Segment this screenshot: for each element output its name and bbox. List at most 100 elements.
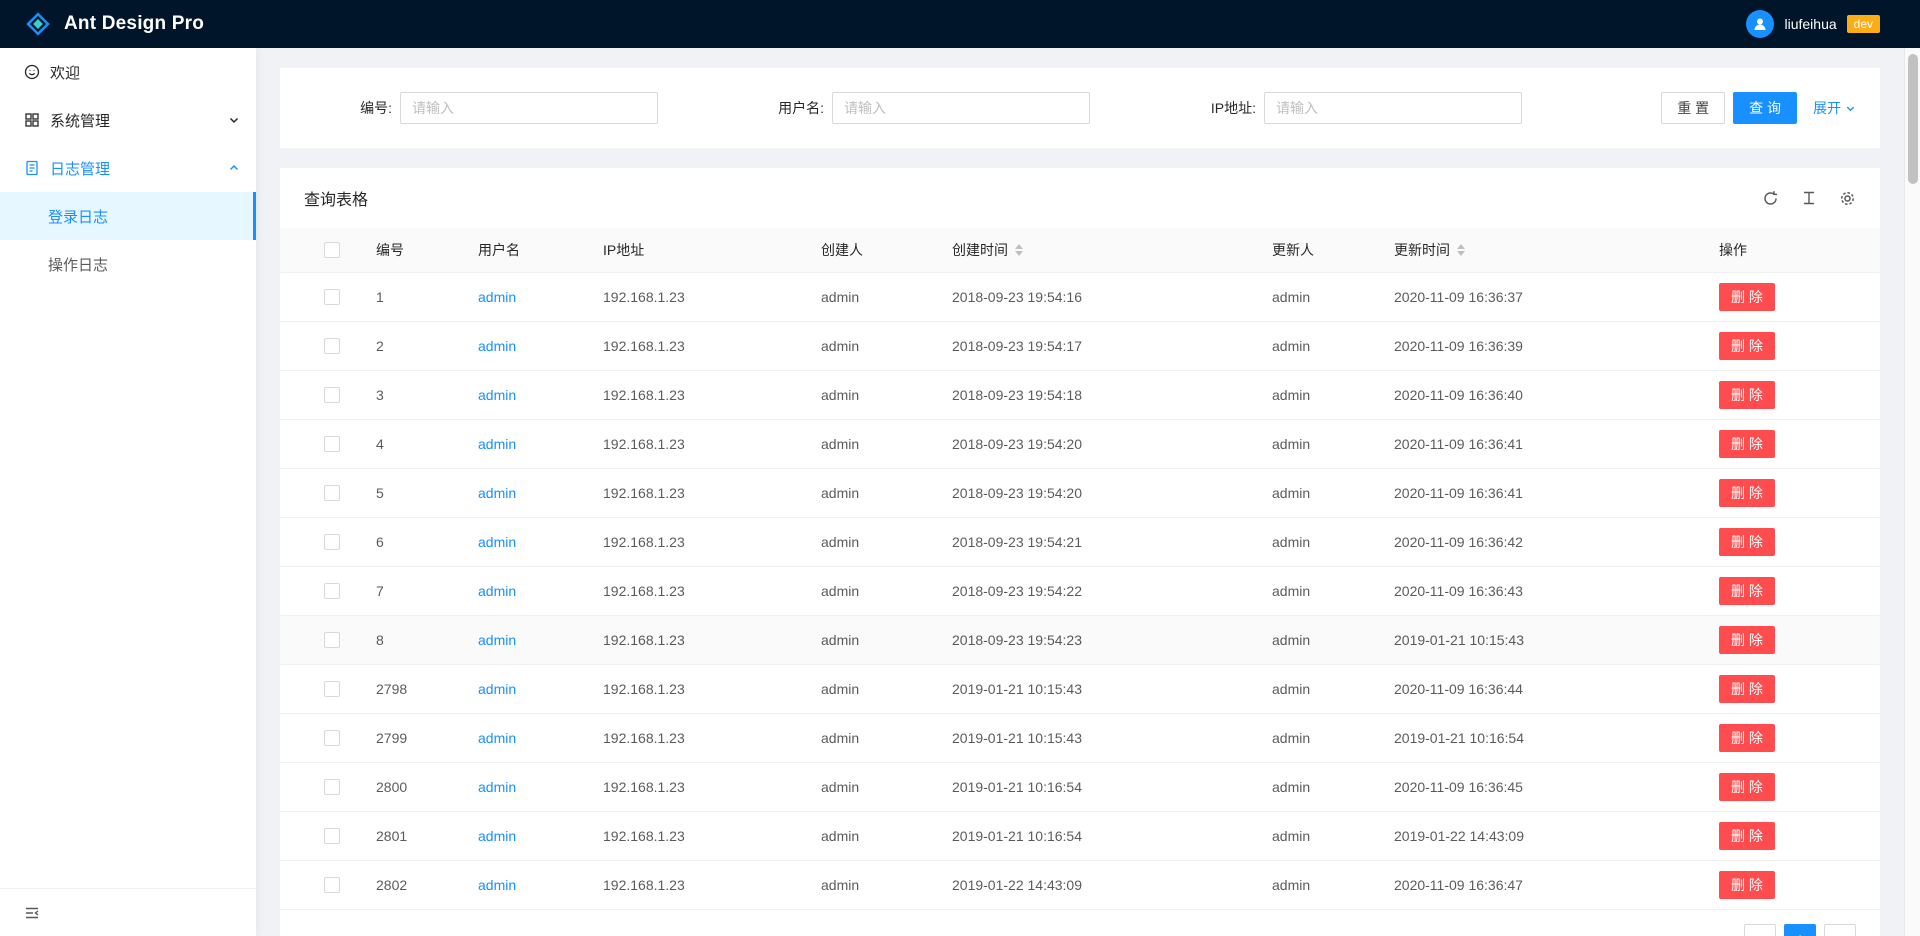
delete-button[interactable]: 删 除 [1719,528,1775,556]
cell-username: admin [462,860,587,909]
delete-button[interactable]: 删 除 [1719,822,1775,850]
username-link[interactable]: admin [478,436,516,452]
row-checkbox[interactable] [324,338,340,354]
column-settings-icon[interactable] [1839,190,1856,207]
sort-icon[interactable] [1015,244,1023,256]
username-link[interactable]: admin [478,583,516,599]
cell-ip: 192.168.1.23 [587,370,805,419]
row-checkbox[interactable] [324,730,340,746]
cell-created-time: 2018-09-23 19:54:20 [936,468,1256,517]
cell-updated-time: 2020-11-09 16:36:43 [1378,566,1703,615]
username-link[interactable]: admin [478,681,516,697]
pagination-prev-button[interactable]: ‹ [1744,924,1776,936]
delete-button[interactable]: 删 除 [1719,479,1775,507]
cell-creator: admin [805,860,936,909]
username-link[interactable]: admin [478,877,516,893]
row-checkbox[interactable] [324,681,340,697]
row-checkbox[interactable] [324,485,340,501]
delete-button[interactable]: 删 除 [1719,675,1775,703]
cell-created-time: 2018-09-23 19:54:21 [936,517,1256,566]
row-checkbox[interactable] [324,779,340,795]
query-button[interactable]: 查 询 [1733,92,1797,124]
login-log-table: 编号 用户名 IP地址 创建人 创建时间 更新人 [280,228,1880,910]
logo-area[interactable]: Ant Design Pro [24,10,204,38]
appstore-icon [24,112,40,128]
delete-button[interactable]: 删 除 [1719,577,1775,605]
username-link[interactable]: admin [478,387,516,403]
delete-button[interactable]: 删 除 [1719,871,1775,899]
sidebar-item-log-management[interactable]: 日志管理 [0,144,256,192]
username-link[interactable]: admin [478,534,516,550]
cell-username: admin [462,713,587,762]
column-header-updater: 更新人 [1256,228,1378,272]
sidebar-item-welcome[interactable]: 欢迎 [0,48,256,96]
user-avatar[interactable] [1746,10,1774,38]
sidebar-subitem-login-log[interactable]: 登录日志 [0,192,256,240]
select-all-checkbox[interactable] [324,242,340,258]
pagination-page-active[interactable]: 1 [1784,924,1816,936]
cell-updater: admin [1256,321,1378,370]
field-username: 用户名: [736,92,1090,124]
column-header-created-time[interactable]: 创建时间 [936,228,1256,272]
field-id: 编号: [304,92,658,124]
field-username-label: 用户名: [736,98,824,118]
cell-updated-time: 2020-11-09 16:36:37 [1378,272,1703,321]
ip-input[interactable] [1264,92,1522,124]
sidebar-subitem-operation-log[interactable]: 操作日志 [0,240,256,288]
header-user-area[interactable]: liufeihua dev [1746,10,1880,38]
cell-username: admin [462,321,587,370]
row-checkbox[interactable] [324,387,340,403]
sort-icon[interactable] [1457,244,1465,256]
window-scrollbar[interactable] [1904,48,1920,936]
username-link[interactable]: admin [478,632,516,648]
cell-id: 2799 [360,713,462,762]
cell-updater: admin [1256,517,1378,566]
delete-button[interactable]: 删 除 [1719,283,1775,311]
app-logo-icon [24,10,52,38]
row-checkbox[interactable] [324,877,340,893]
pagination-next-button[interactable]: › [1824,924,1856,936]
row-checkbox[interactable] [324,583,340,599]
scrollbar-thumb[interactable] [1908,54,1918,184]
delete-button[interactable]: 删 除 [1719,626,1775,654]
sidebar-item-system-management[interactable]: 系统管理 [0,96,256,144]
reset-button[interactable]: 重 置 [1661,92,1725,124]
row-checkbox[interactable] [324,632,340,648]
density-icon[interactable] [1801,190,1817,206]
cell-updated-time: 2020-11-09 16:36:42 [1378,517,1703,566]
row-select-cell [280,272,360,321]
table-header-row: 编号 用户名 IP地址 创建人 创建时间 更新人 [280,228,1880,272]
row-select-cell [280,321,360,370]
cell-username: admin [462,370,587,419]
cell-updated-time: 2020-11-09 16:36:44 [1378,664,1703,713]
cell-id: 2800 [360,762,462,811]
row-checkbox[interactable] [324,289,340,305]
username-link[interactable]: admin [478,730,516,746]
sidebar-menu: 欢迎 系统管理 [0,48,256,288]
delete-button[interactable]: 删 除 [1719,724,1775,752]
row-select-cell [280,713,360,762]
row-checkbox[interactable] [324,534,340,550]
row-checkbox[interactable] [324,436,340,452]
delete-button[interactable]: 删 除 [1719,332,1775,360]
reload-icon[interactable] [1762,190,1779,207]
row-checkbox[interactable] [324,828,340,844]
delete-button[interactable]: 删 除 [1719,773,1775,801]
cell-username: admin [462,272,587,321]
delete-button[interactable]: 删 除 [1719,381,1775,409]
cell-updater: admin [1256,419,1378,468]
username-link[interactable]: admin [478,828,516,844]
cell-username: admin [462,468,587,517]
expand-toggle[interactable]: 展开 [1813,98,1856,118]
cell-creator: admin [805,664,936,713]
delete-button[interactable]: 删 除 [1719,430,1775,458]
username-link[interactable]: admin [478,289,516,305]
cell-creator: admin [805,419,936,468]
column-header-updated-time[interactable]: 更新时间 [1378,228,1703,272]
username-link[interactable]: admin [478,779,516,795]
id-input[interactable] [400,92,658,124]
username-input[interactable] [832,92,1090,124]
username-link[interactable]: admin [478,338,516,354]
username-link[interactable]: admin [478,485,516,501]
menu-fold-icon[interactable] [24,905,40,921]
